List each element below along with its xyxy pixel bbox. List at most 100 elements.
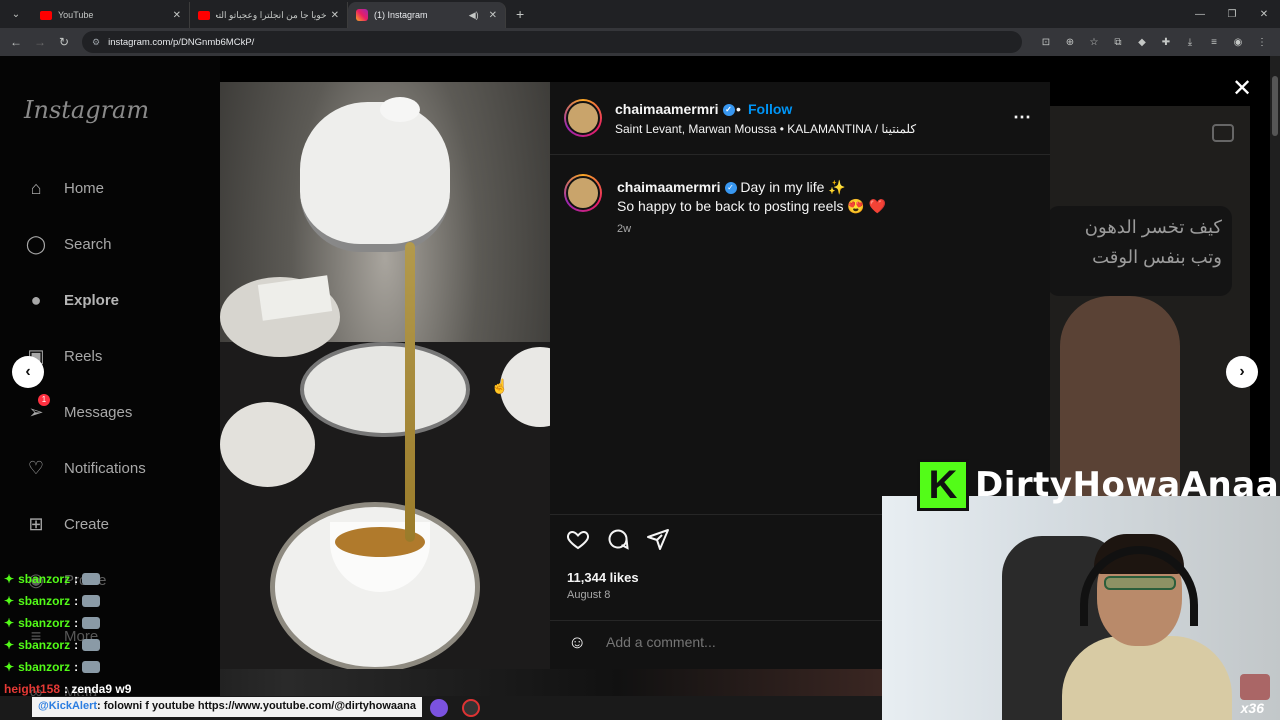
scrollbar-thumb[interactable] bbox=[1272, 76, 1278, 136]
close-tab-icon[interactable]: ✕ bbox=[331, 10, 339, 21]
instagram-icon bbox=[356, 9, 368, 21]
tab-instagram[interactable]: (1) Instagram ◀) ✕ bbox=[348, 2, 506, 28]
kebab-menu-icon[interactable]: ⋮ bbox=[1250, 37, 1274, 48]
sidebar-item-notifications[interactable]: ♡ Notifications bbox=[24, 456, 146, 480]
teapot bbox=[300, 102, 450, 252]
stream-brand-banner: K DirtyHowaAnaa bbox=[917, 459, 1279, 511]
close-tab-icon[interactable]: ✕ bbox=[489, 10, 497, 21]
diamond-icon: ✦ bbox=[4, 594, 15, 608]
restore-icon[interactable]: ❐ bbox=[1216, 9, 1248, 20]
post-date: August 8 bbox=[567, 589, 611, 601]
sidebar-item-label: Search bbox=[64, 235, 112, 253]
site-info-icon[interactable]: ⚙ bbox=[92, 37, 100, 48]
sidebar-item-explore[interactable]: ● Explore bbox=[24, 288, 119, 312]
mouse-cursor-icon: ☝ bbox=[491, 378, 509, 394]
record-icon[interactable] bbox=[462, 699, 480, 717]
chat-message: ✦ sbanzorz: bbox=[4, 612, 131, 634]
caption-text-line1: Day in my life ✨ bbox=[740, 179, 846, 195]
emote-icon bbox=[82, 617, 101, 629]
emote-icon bbox=[82, 661, 101, 673]
background-strip bbox=[220, 669, 882, 696]
media-icon[interactable]: ≡ bbox=[1202, 37, 1226, 48]
emoji-icon[interactable]: ☺ bbox=[568, 632, 586, 653]
speaker-icon[interactable]: ◀) bbox=[469, 10, 479, 21]
app-icon[interactable] bbox=[430, 699, 448, 717]
install-icon[interactable]: ⊡ bbox=[1034, 37, 1058, 48]
kick-logo: K bbox=[917, 459, 969, 511]
forward-icon[interactable]: → bbox=[28, 35, 52, 49]
download-icon[interactable]: ⤓ bbox=[1178, 37, 1202, 48]
close-tab-icon[interactable]: ✕ bbox=[173, 10, 181, 21]
sidebar-item-label: Notifications bbox=[64, 459, 146, 477]
sidebar-item-label: Home bbox=[64, 179, 105, 197]
url-field[interactable]: ⚙ instagram.com/p/DNGnmb6MCkP/ bbox=[82, 31, 1022, 53]
chat-text: : bbox=[74, 616, 79, 630]
caption-avatar[interactable] bbox=[564, 174, 602, 212]
background-reel-caption: كيف تخسر الدهون وتب بنفس الوقت bbox=[1050, 206, 1232, 296]
post-media-image[interactable] bbox=[220, 82, 550, 669]
profile-icon[interactable]: ◉ bbox=[1226, 37, 1250, 48]
like-heart-icon[interactable] bbox=[566, 527, 590, 551]
chat-text: : bbox=[74, 638, 79, 652]
reload-icon[interactable]: ↻ bbox=[52, 35, 76, 49]
tab-youtube-video[interactable]: خويا جا من انجلترا وعجباتو التجربة ✕ bbox=[190, 2, 348, 28]
instagram-logo[interactable]: Instagram bbox=[24, 96, 149, 124]
zoom-icon[interactable]: ⊕ bbox=[1058, 37, 1082, 48]
next-post-button[interactable]: › bbox=[1226, 356, 1258, 388]
more-options-icon[interactable]: ⋯ bbox=[1013, 107, 1031, 128]
sidebar-item-label: Create bbox=[64, 515, 110, 533]
chat-username: sbanzorz bbox=[18, 638, 71, 652]
extension-icon[interactable]: ◆ bbox=[1130, 37, 1154, 48]
compass-icon: ● bbox=[30, 289, 42, 310]
messages-icon: ➢ 1 bbox=[24, 394, 50, 424]
sidebar-item-search[interactable]: ◯ Search bbox=[24, 232, 112, 256]
author-username[interactable]: chaimaamermri ✓ bbox=[615, 101, 735, 117]
messages-badge: 1 bbox=[38, 394, 50, 406]
search-icon: ◯ bbox=[25, 233, 47, 254]
new-tab-button[interactable]: + bbox=[516, 6, 524, 22]
sidebar-item-home[interactable]: ⌂ Home bbox=[24, 176, 104, 200]
translate-icon[interactable]: ⧉ bbox=[1106, 37, 1130, 48]
likes-count[interactable]: 11,344 likes bbox=[567, 570, 639, 585]
tab-youtube[interactable]: YouTube ✕ bbox=[32, 2, 190, 28]
caption-username[interactable]: chaimaamermri bbox=[617, 179, 721, 195]
follow-button[interactable]: Follow bbox=[748, 101, 792, 117]
back-icon[interactable]: ← bbox=[4, 35, 28, 49]
header-divider bbox=[550, 154, 1050, 155]
previous-post-button[interactable]: ‹ bbox=[12, 356, 44, 388]
home-icon: ⌂ bbox=[30, 177, 42, 198]
streamer-body bbox=[1062, 636, 1232, 720]
ticker-text: : folowni f youtube https://www.youtube.… bbox=[97, 700, 416, 712]
share-icon[interactable] bbox=[646, 527, 670, 551]
sidebar-item-create[interactable]: ⊞ Create bbox=[24, 512, 109, 536]
tab-title: YouTube bbox=[58, 10, 94, 20]
author-avatar[interactable] bbox=[564, 99, 602, 137]
username-text: chaimaamermri bbox=[615, 101, 719, 117]
tab-search-icon[interactable]: ⌄ bbox=[6, 4, 26, 24]
glasses bbox=[1104, 576, 1176, 590]
comment-icon[interactable] bbox=[606, 527, 630, 551]
chat-text: : zenda9 w9 bbox=[64, 682, 132, 696]
streamer-webcam: x36 bbox=[882, 496, 1280, 720]
page-scrollbar[interactable] bbox=[1270, 56, 1280, 496]
caption-time: 2w bbox=[617, 223, 632, 235]
puzzle-icon[interactable]: ✚ bbox=[1154, 37, 1178, 48]
audio-track-link[interactable]: Saint Levant, Marwan Moussa • KALAMANTIN… bbox=[615, 122, 916, 136]
chat-username: sbanzorz bbox=[18, 594, 71, 608]
close-window-icon[interactable]: ✕ bbox=[1248, 9, 1280, 20]
verified-badge-icon: ✓ bbox=[724, 182, 737, 195]
post-caption: chaimaamermri ✓ Day in my life ✨ So happy… bbox=[617, 178, 886, 216]
bookmark-star-icon[interactable]: ☆ bbox=[1082, 37, 1106, 48]
close-modal-button[interactable]: ✕ bbox=[1232, 74, 1252, 103]
emote-icon bbox=[82, 639, 101, 651]
alert-ticker: @KickAlert: folowni f youtube https://ww… bbox=[32, 697, 422, 717]
doily bbox=[220, 402, 315, 487]
minimize-icon[interactable]: — bbox=[1184, 9, 1216, 20]
diamond-icon: ✦ bbox=[4, 616, 15, 630]
comment-input[interactable] bbox=[606, 634, 906, 650]
verified-badge-icon: ✓ bbox=[722, 104, 735, 117]
youtube-icon bbox=[198, 10, 210, 20]
ticker-user: @KickAlert bbox=[38, 700, 98, 712]
taskbar-icons bbox=[430, 699, 494, 717]
sidebar-item-messages[interactable]: ➢ 1 Messages bbox=[24, 394, 132, 424]
